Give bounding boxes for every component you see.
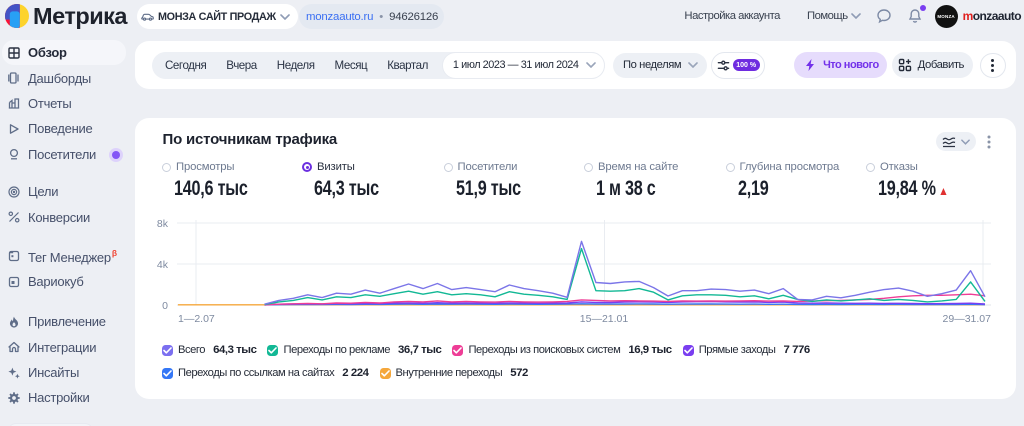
svg-text:0: 0	[162, 300, 168, 312]
svg-text:15—21.01: 15—21.01	[580, 313, 629, 325]
svg-text:4k: 4k	[157, 259, 169, 271]
svg-text:1—2.07: 1—2.07	[178, 313, 215, 325]
svg-text:8k: 8k	[157, 218, 169, 230]
svg-text:29—31.07: 29—31.07	[943, 313, 992, 325]
